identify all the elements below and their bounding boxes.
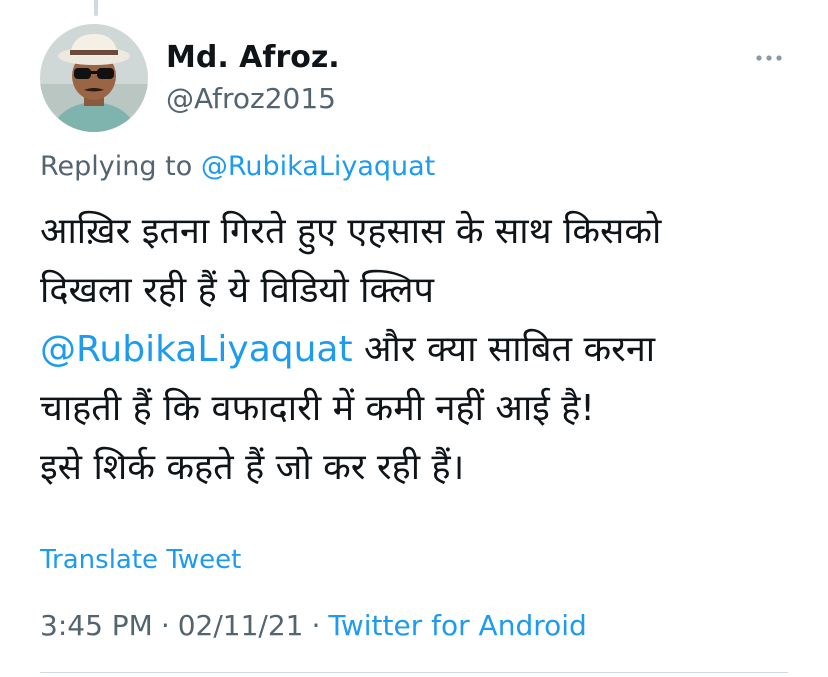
meta-separator: ·: [311, 609, 321, 642]
tweet-text: आख़िर इतना गिरते हुए एहसास के साथ किसको …: [40, 202, 800, 497]
reply-context: Replying to @RubikaLiyaquat: [40, 150, 435, 184]
tweet-text-fragment: और क्या साबित करना: [352, 329, 656, 370]
tweet-text-line: दिखला रही हैं ये विडियो क्लिप: [40, 270, 434, 311]
tweet-date[interactable]: 02/11/21: [178, 609, 304, 642]
tweet-text-line: @RubikaLiyaquat और क्या साबित करना: [40, 320, 800, 379]
tweet-time[interactable]: 3:45 PM: [40, 609, 153, 642]
avatar-photo: [40, 24, 148, 132]
meta-separator: ·: [160, 609, 170, 642]
author-display-name[interactable]: Md. Afroz.: [166, 40, 340, 76]
divider: [40, 672, 788, 673]
reply-context-prefix: Replying to: [40, 151, 201, 182]
tweet-text-line: इसे शिर्क कहते हैं जो कर रही हैं।: [40, 447, 465, 488]
tweet-text-line: आख़िर इतना गिरते हुए एहसास के साथ किसको: [40, 211, 662, 252]
tweet-mention-link[interactable]: @RubikaLiyaquat: [40, 329, 353, 370]
reply-to-mention-link[interactable]: @RubikaLiyaquat: [201, 151, 435, 182]
tweet-text-line: चाहती हैं कि वफादारी में कमी नहीं आई है!: [40, 388, 595, 429]
more-horizontal-icon[interactable]: [752, 48, 786, 68]
tweet-source-link[interactable]: Twitter for Android: [328, 609, 586, 642]
tweet-metadata: 3:45 PM · 02/11/21 · Twitter for Android: [40, 609, 587, 643]
author-handle[interactable]: @Afroz2015: [166, 82, 336, 116]
avatar[interactable]: [40, 24, 148, 132]
thread-connector-line: [94, 0, 98, 16]
translate-tweet-link[interactable]: Translate Tweet: [40, 544, 241, 576]
